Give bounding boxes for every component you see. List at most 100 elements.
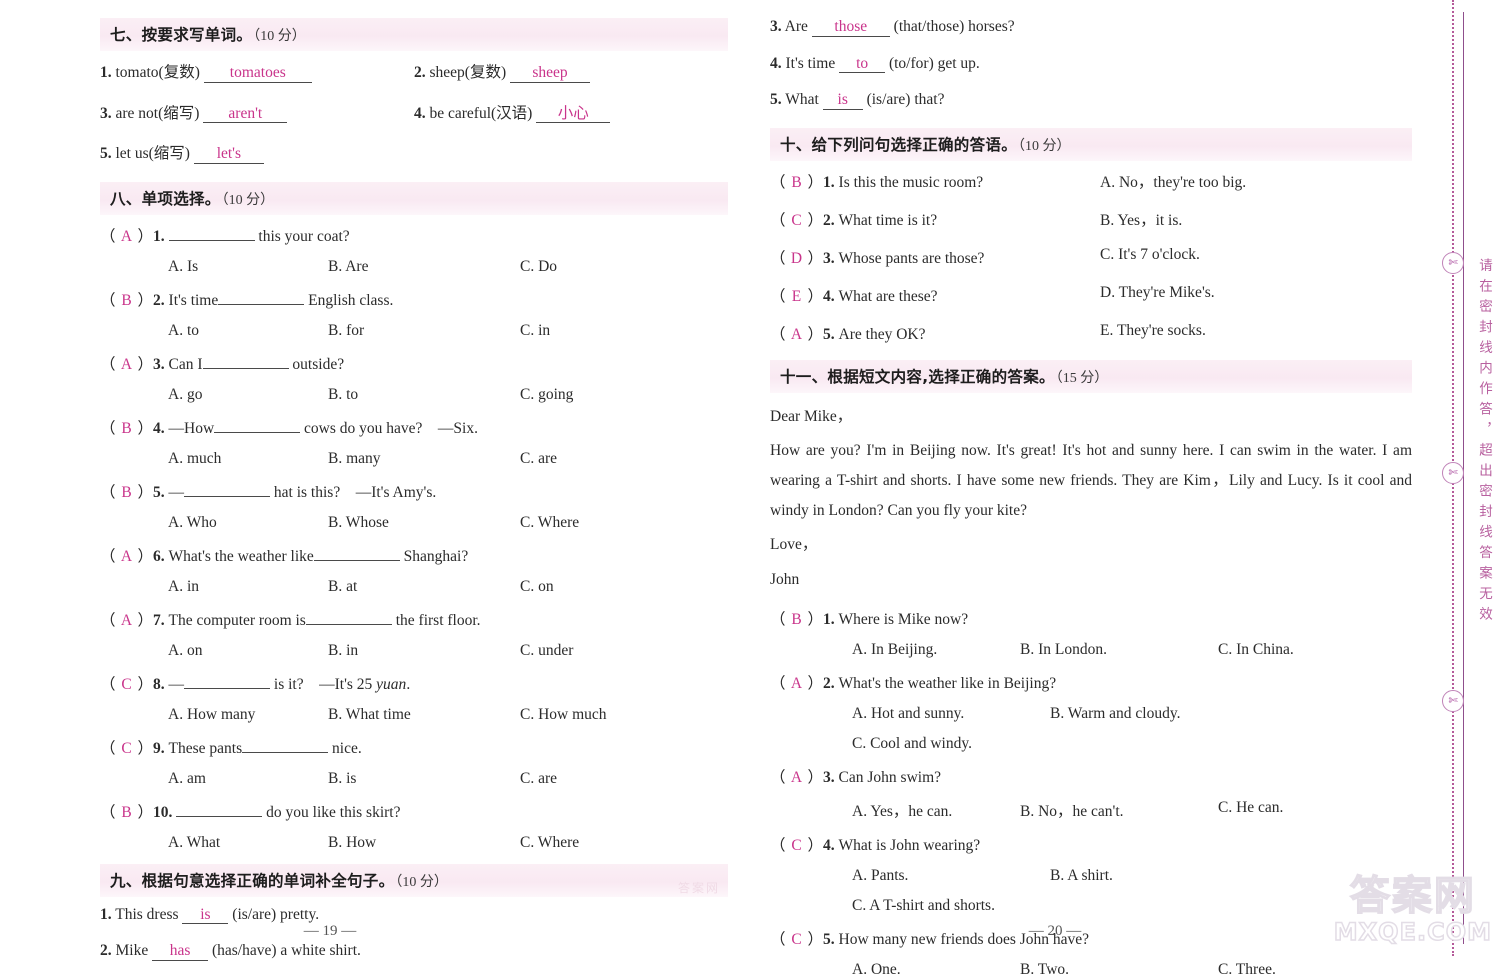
option-a[interactable]: A. Is — [168, 258, 328, 276]
answer-blank[interactable] — [242, 751, 329, 753]
passage-signature: John — [770, 570, 800, 588]
match-answer-option[interactable]: A. No，they're too big. — [1100, 170, 1246, 192]
option-b[interactable]: B. is — [328, 770, 520, 788]
option-b[interactable]: B. No，he can't. — [1020, 799, 1218, 821]
answer-bracket[interactable]: （A） — [770, 675, 823, 692]
answer-bracket[interactable]: （B） — [100, 420, 153, 437]
match-answer-option[interactable]: B. Yes，it is. — [1100, 208, 1182, 230]
item-answer[interactable]: sheep — [510, 65, 590, 83]
option-c[interactable]: C. are — [520, 770, 557, 788]
option-a[interactable]: A. to — [168, 322, 328, 340]
item-prompt: let us(缩写) — [115, 145, 190, 162]
answer-blank[interactable] — [176, 815, 263, 817]
item-answer[interactable]: to — [839, 55, 886, 73]
option-c[interactable]: C. Three. — [1218, 961, 1276, 979]
option-c[interactable]: C. on — [520, 578, 554, 596]
answer-bracket[interactable]: （D） — [770, 250, 823, 267]
option-a[interactable]: A. on — [168, 642, 328, 660]
answer-blank[interactable] — [313, 559, 400, 561]
option-b[interactable]: B. Are — [328, 258, 520, 276]
item-answer[interactable]: tomatoes — [203, 65, 312, 83]
answer-bracket[interactable]: （B） — [100, 292, 153, 309]
answer-bracket[interactable]: （A） — [100, 228, 153, 245]
option-c[interactable]: C. in — [520, 322, 550, 340]
option-b[interactable]: B. What time — [328, 706, 520, 724]
match-answer-option[interactable]: D. They're Mike's. — [1100, 284, 1215, 306]
reading-question: （A ）3. Can John swim? A. Yes，he can. B. No，… — [770, 765, 1412, 821]
option-b[interactable]: B. for — [328, 322, 520, 340]
answer-bracket[interactable]: （A） — [100, 356, 153, 373]
option-c[interactable]: C. Where — [520, 834, 579, 852]
option-a[interactable]: A. much — [168, 450, 328, 468]
answer-bracket[interactable]: （C） — [770, 212, 823, 229]
chosen-answer: B — [121, 803, 132, 821]
item-answer[interactable]: is — [822, 92, 863, 110]
page-number-left: — 19 — — [303, 923, 357, 939]
answer-bracket[interactable]: （E） — [770, 288, 823, 305]
chosen-answer: A — [120, 547, 133, 565]
answer-bracket[interactable]: （C） — [100, 676, 153, 693]
option-a[interactable]: A. In Beijing. — [852, 641, 1020, 659]
option-c[interactable]: C. A T-shirt and shorts. — [852, 897, 995, 915]
option-c[interactable]: C. are — [520, 450, 557, 468]
option-a[interactable]: A. in — [168, 578, 328, 596]
answer-blank[interactable] — [184, 495, 271, 497]
item-answer[interactable]: aren't — [203, 105, 288, 123]
option-a[interactable]: A. Who — [168, 514, 328, 532]
item-answer[interactable]: let's — [193, 146, 264, 164]
option-a[interactable]: A. Yes，he can. — [852, 799, 1020, 821]
option-a[interactable]: A. What — [168, 834, 328, 852]
answer-bracket[interactable]: （A） — [100, 612, 153, 629]
item-answer[interactable]: is — [182, 906, 229, 924]
option-b[interactable]: B. at — [328, 578, 520, 596]
answer-blank[interactable] — [218, 303, 305, 305]
answer-bracket[interactable]: （C） — [770, 837, 823, 854]
answer-bracket[interactable]: （B） — [770, 611, 823, 628]
match-answer-option[interactable]: C. It's 7 o'clock. — [1100, 246, 1200, 268]
option-b[interactable]: B. to — [328, 386, 520, 404]
item-answer[interactable]: has — [152, 943, 209, 961]
answer-bracket[interactable]: （C） — [100, 740, 153, 757]
option-b[interactable]: B. many — [328, 450, 520, 468]
option-c[interactable]: C. In China. — [1218, 641, 1294, 659]
reading-stem: （B ）1. Where is Mike now? — [770, 607, 1412, 629]
item-answer[interactable]: 小心 — [536, 105, 611, 123]
option-b[interactable]: B. Two. — [1020, 961, 1218, 979]
answer-blank[interactable] — [202, 367, 289, 369]
item-number: 2. — [414, 64, 426, 81]
option-a[interactable]: A. am — [168, 770, 328, 788]
answer-blank[interactable] — [214, 431, 301, 433]
item-answer[interactable]: those — [811, 19, 890, 37]
option-c[interactable]: C. How much — [520, 706, 607, 724]
option-a[interactable]: A. How many — [168, 706, 328, 724]
option-b[interactable]: B. How — [328, 834, 520, 852]
option-a[interactable]: A. Hot and sunny. — [852, 705, 1050, 723]
answer-blank[interactable] — [168, 239, 255, 241]
match-answer-option[interactable]: E. They're socks. — [1100, 322, 1206, 344]
option-c[interactable]: C. He can. — [1218, 799, 1283, 821]
answer-bracket[interactable]: （B） — [770, 174, 823, 191]
option-b[interactable]: B. In London. — [1020, 641, 1218, 659]
item-prompt: sheep(复数) — [429, 64, 507, 81]
reading-options: C. Cool and windy. — [770, 735, 1412, 753]
option-a[interactable]: A. Pants. — [852, 867, 1050, 885]
answer-bracket[interactable]: （A） — [100, 548, 153, 565]
option-b[interactable]: B. in — [328, 642, 520, 660]
option-c[interactable]: C. Cool and windy. — [852, 735, 972, 753]
answer-bracket[interactable]: （A） — [770, 769, 823, 786]
option-b[interactable]: B. Whose — [328, 514, 520, 532]
option-c[interactable]: C. Where — [520, 514, 579, 532]
option-b[interactable]: B. Warm and cloudy. — [1050, 705, 1180, 723]
section-header-11: 十一、根据短文内容,选择正确的答案。（15 分） — [770, 359, 1412, 393]
option-c[interactable]: C. Do — [520, 258, 557, 276]
option-a[interactable]: A. One. — [852, 961, 1020, 979]
answer-bracket[interactable]: （A） — [770, 326, 823, 343]
option-c[interactable]: C. under — [520, 642, 573, 660]
answer-bracket[interactable]: （B） — [100, 804, 153, 821]
answer-blank[interactable] — [305, 623, 392, 625]
option-a[interactable]: A. go — [168, 386, 328, 404]
option-b[interactable]: B. A shirt. — [1050, 867, 1113, 885]
answer-bracket[interactable]: （B） — [100, 484, 153, 501]
option-c[interactable]: C. going — [520, 386, 573, 404]
answer-blank[interactable] — [184, 687, 271, 689]
